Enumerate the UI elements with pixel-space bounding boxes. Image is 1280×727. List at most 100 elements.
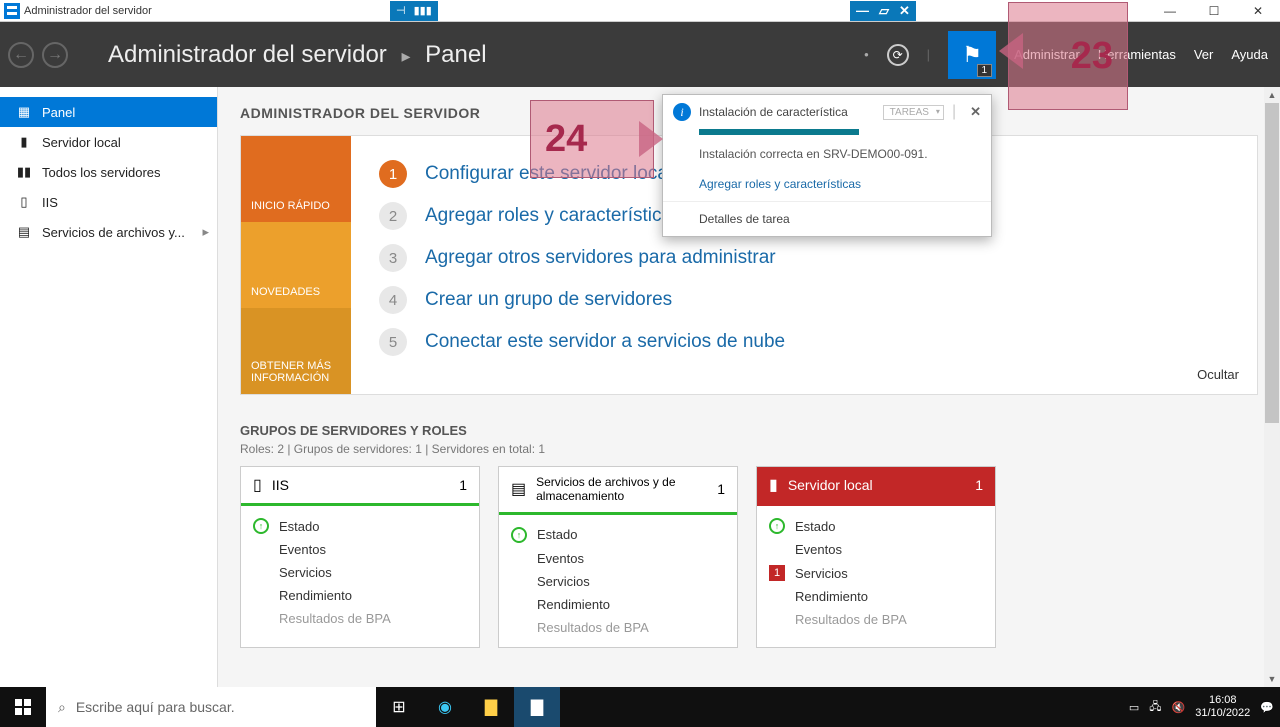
step-4[interactable]: 4Crear un grupo de servidores: [379, 286, 1229, 314]
tray-display-icon[interactable]: ▭: [1129, 701, 1139, 714]
tile-row-label[interactable]: Eventos: [795, 542, 842, 557]
task-view-button[interactable]: ⊞: [376, 687, 422, 727]
tile-title: Servicios de archivos y de almacenamient…: [536, 475, 707, 504]
tray-volume-icon[interactable]: 🔇: [1172, 701, 1186, 714]
menu-ayuda[interactable]: Ayuda: [1231, 47, 1268, 62]
nav-forward-button[interactable]: →: [42, 42, 68, 68]
step-link[interactable]: Agregar roles y características: [425, 205, 682, 227]
status-up-icon: ↑: [253, 518, 269, 534]
iis-icon: ▯: [16, 194, 32, 210]
taskbar-app-edge[interactable]: ◉: [422, 687, 468, 727]
maximize-button[interactable]: ☐: [1192, 0, 1236, 22]
tile-local-server[interactable]: ▮Servidor local1 ↑Estado Eventos 1Servic…: [756, 466, 996, 648]
separator: |: [952, 103, 956, 121]
iis-icon: ▯: [253, 475, 262, 495]
step-5[interactable]: 5 Conectar este servidor a servicios de n…: [379, 328, 1229, 356]
tray-network-icon[interactable]: 🖧: [1149, 698, 1161, 717]
sidebar-item-iis[interactable]: ▯ IIS: [0, 187, 217, 217]
tile-row-label[interactable]: Rendimiento: [795, 589, 868, 604]
inner-window-indicator: ⊣ ▮▮▮: [390, 1, 438, 21]
search-icon: ⌕: [58, 699, 66, 716]
nav-back-button[interactable]: ←: [8, 42, 34, 68]
step-number: 1: [379, 160, 407, 188]
tile-row-label[interactable]: Servicios: [537, 574, 590, 589]
start-button[interactable]: [0, 687, 46, 727]
breadcrumb: Administrador del servidor ▸ Panel: [108, 41, 487, 69]
servers-icon: ▮▮: [16, 164, 32, 180]
tile-row-label[interactable]: Estado: [537, 527, 577, 542]
scroll-up-icon[interactable]: ▲: [1264, 87, 1280, 103]
tray-date: 31/10/2022: [1195, 707, 1250, 720]
tile-row-label[interactable]: Servicios: [795, 566, 848, 581]
inner-maximize-icon[interactable]: ▱: [879, 3, 889, 19]
pin-icon: ⊣: [396, 4, 406, 17]
refresh-button[interactable]: ⟳: [887, 44, 909, 66]
tile-row-label[interactable]: Resultados de BPA: [537, 620, 649, 635]
tile-count: 1: [459, 477, 467, 493]
status-up-icon: ↑: [511, 527, 527, 543]
tile-row-label[interactable]: Estado: [795, 519, 835, 534]
chevron-right-icon: ▸: [202, 224, 209, 240]
taskbar-search[interactable]: ⌕ Escribe aquí para buscar.: [46, 687, 376, 727]
separator: |: [927, 47, 930, 62]
tile-row-label[interactable]: Eventos: [279, 542, 326, 557]
scroll-down-icon[interactable]: ▼: [1264, 671, 1280, 687]
step-link[interactable]: Crear un grupo de servidores: [425, 289, 672, 311]
notification-popup: i Instalación de característica TAREAS |…: [662, 94, 992, 237]
scrollbar-thumb[interactable]: [1265, 103, 1279, 423]
step-link[interactable]: Conectar este servidor a servicios de nu…: [425, 331, 785, 353]
tile-title: Servidor local: [788, 477, 965, 493]
notification-details-link[interactable]: Detalles de tarea: [663, 201, 991, 236]
tile-title: IIS: [272, 477, 449, 493]
storage-icon: ▤: [16, 224, 32, 240]
search-placeholder: Escribe aquí para buscar.: [76, 699, 235, 715]
tile-row-label[interactable]: Resultados de BPA: [279, 611, 391, 626]
close-button[interactable]: ✕: [1236, 0, 1280, 22]
sidebar-item-label: Panel: [42, 105, 75, 120]
tile-iis[interactable]: ▯ IIS 1 ↑ Estado Eventos Servicios Rendimie…: [240, 466, 480, 648]
tab-inicio-rapido[interactable]: INICIO RÁPIDO: [241, 136, 351, 222]
sidebar-item-local-server[interactable]: ▮ Servidor local: [0, 127, 217, 157]
tile-file-services[interactable]: ▤ Servicios de archivos y de almacenamien…: [498, 466, 738, 648]
step-number: 2: [379, 202, 407, 230]
dropdown-caret-icon[interactable]: •: [864, 47, 869, 62]
tile-row-label[interactable]: Resultados de BPA: [795, 612, 907, 627]
step-3[interactable]: 3Agregar otros servidores para administr…: [379, 244, 1229, 272]
alert-badge: 1: [769, 565, 785, 581]
sidebar-item-all-servers[interactable]: ▮▮ Todos los servidores: [0, 157, 217, 187]
tab-obtener-mas[interactable]: OBTENER MÁS INFORMACIÓN: [241, 308, 351, 394]
chevron-right-icon: ▸: [401, 46, 410, 66]
notification-action-link[interactable]: Agregar roles y características: [663, 167, 991, 201]
tile-count: 1: [975, 477, 983, 493]
breadcrumb-root[interactable]: Administrador del servidor: [108, 41, 387, 68]
inner-minimize-icon[interactable]: —: [856, 3, 869, 18]
tile-row-label[interactable]: Servicios: [279, 565, 332, 580]
tile-row-label[interactable]: Estado: [279, 519, 319, 534]
tile-row-label[interactable]: Rendimiento: [279, 588, 352, 603]
sidebar-item-panel[interactable]: ▦ Panel: [0, 97, 217, 127]
taskbar-app-explorer[interactable]: ▇: [468, 687, 514, 727]
vertical-scrollbar[interactable]: ▲ ▼: [1264, 87, 1280, 687]
tray-time: 16:08: [1195, 694, 1250, 707]
step-link[interactable]: Agregar otros servidores para administra…: [425, 247, 776, 269]
tile-row-label[interactable]: Rendimiento: [537, 597, 610, 612]
welcome-side-tabs: INICIO RÁPIDO NOVEDADES OBTENER MÁS INFO…: [241, 136, 351, 394]
signal-icon: ▮▮▮: [414, 4, 432, 17]
tile-row-label[interactable]: Eventos: [537, 551, 584, 566]
tab-novedades[interactable]: NOVEDADES: [241, 222, 351, 308]
tray-notifications-icon[interactable]: 💬: [1260, 701, 1274, 714]
status-up-icon: ↑: [769, 518, 785, 534]
tray-clock[interactable]: 16:08 31/10/2022: [1195, 694, 1250, 720]
inner-window-controls[interactable]: — ▱ ✕: [850, 1, 916, 21]
tasks-dropdown[interactable]: TAREAS: [883, 105, 944, 120]
notification-close-button[interactable]: ✕: [970, 104, 981, 120]
sidebar-item-file-services[interactable]: ▤ Servicios de archivos y... ▸: [0, 217, 217, 247]
inner-close-icon[interactable]: ✕: [899, 3, 910, 19]
menu-ver[interactable]: Ver: [1194, 47, 1214, 62]
storage-icon: ▤: [511, 479, 526, 499]
hide-link[interactable]: Ocultar: [1197, 367, 1239, 382]
dashboard-icon: ▦: [16, 104, 32, 120]
minimize-button[interactable]: —: [1148, 0, 1192, 22]
taskbar-app-server-manager[interactable]: ▇: [514, 687, 560, 727]
step-number: 5: [379, 328, 407, 356]
